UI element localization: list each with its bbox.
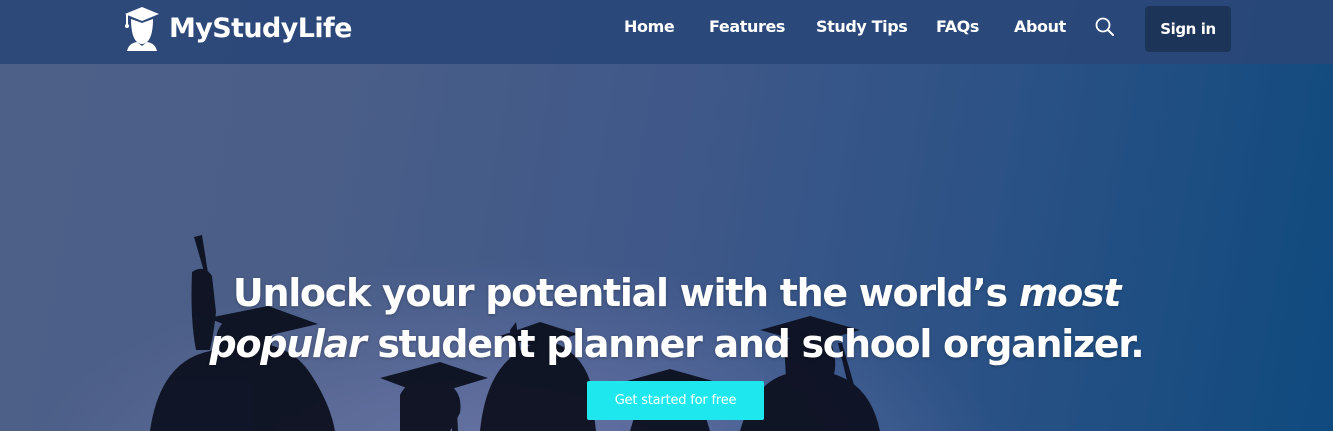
nav-faqs[interactable]: FAQs (936, 17, 979, 36)
hero-section: MyStudyLife Home Features Study Tips FAQ… (0, 0, 1333, 431)
nav-features[interactable]: Features (709, 17, 785, 36)
brand-name: MyStudyLife (169, 12, 352, 44)
sign-in-button[interactable]: Sign in (1145, 6, 1231, 52)
nav-home[interactable]: Home (624, 17, 675, 36)
hero-headline: Unlock your potential with the world’s m… (180, 268, 1173, 370)
brand-logo-link[interactable]: MyStudyLife (121, 5, 352, 51)
graduate-head-icon (125, 7, 159, 51)
search-button[interactable] (1093, 15, 1117, 39)
headline-part-1: Unlock your potential with the world’s (232, 271, 1019, 315)
search-icon (1095, 17, 1114, 36)
top-navbar: MyStudyLife Home Features Study Tips FAQ… (0, 0, 1333, 64)
headline-part-2: student planner and school organizer. (365, 322, 1144, 366)
nav-about[interactable]: About (1014, 17, 1066, 36)
nav-study-tips[interactable]: Study Tips (816, 17, 908, 36)
get-started-button[interactable]: Get started for free (587, 381, 764, 420)
